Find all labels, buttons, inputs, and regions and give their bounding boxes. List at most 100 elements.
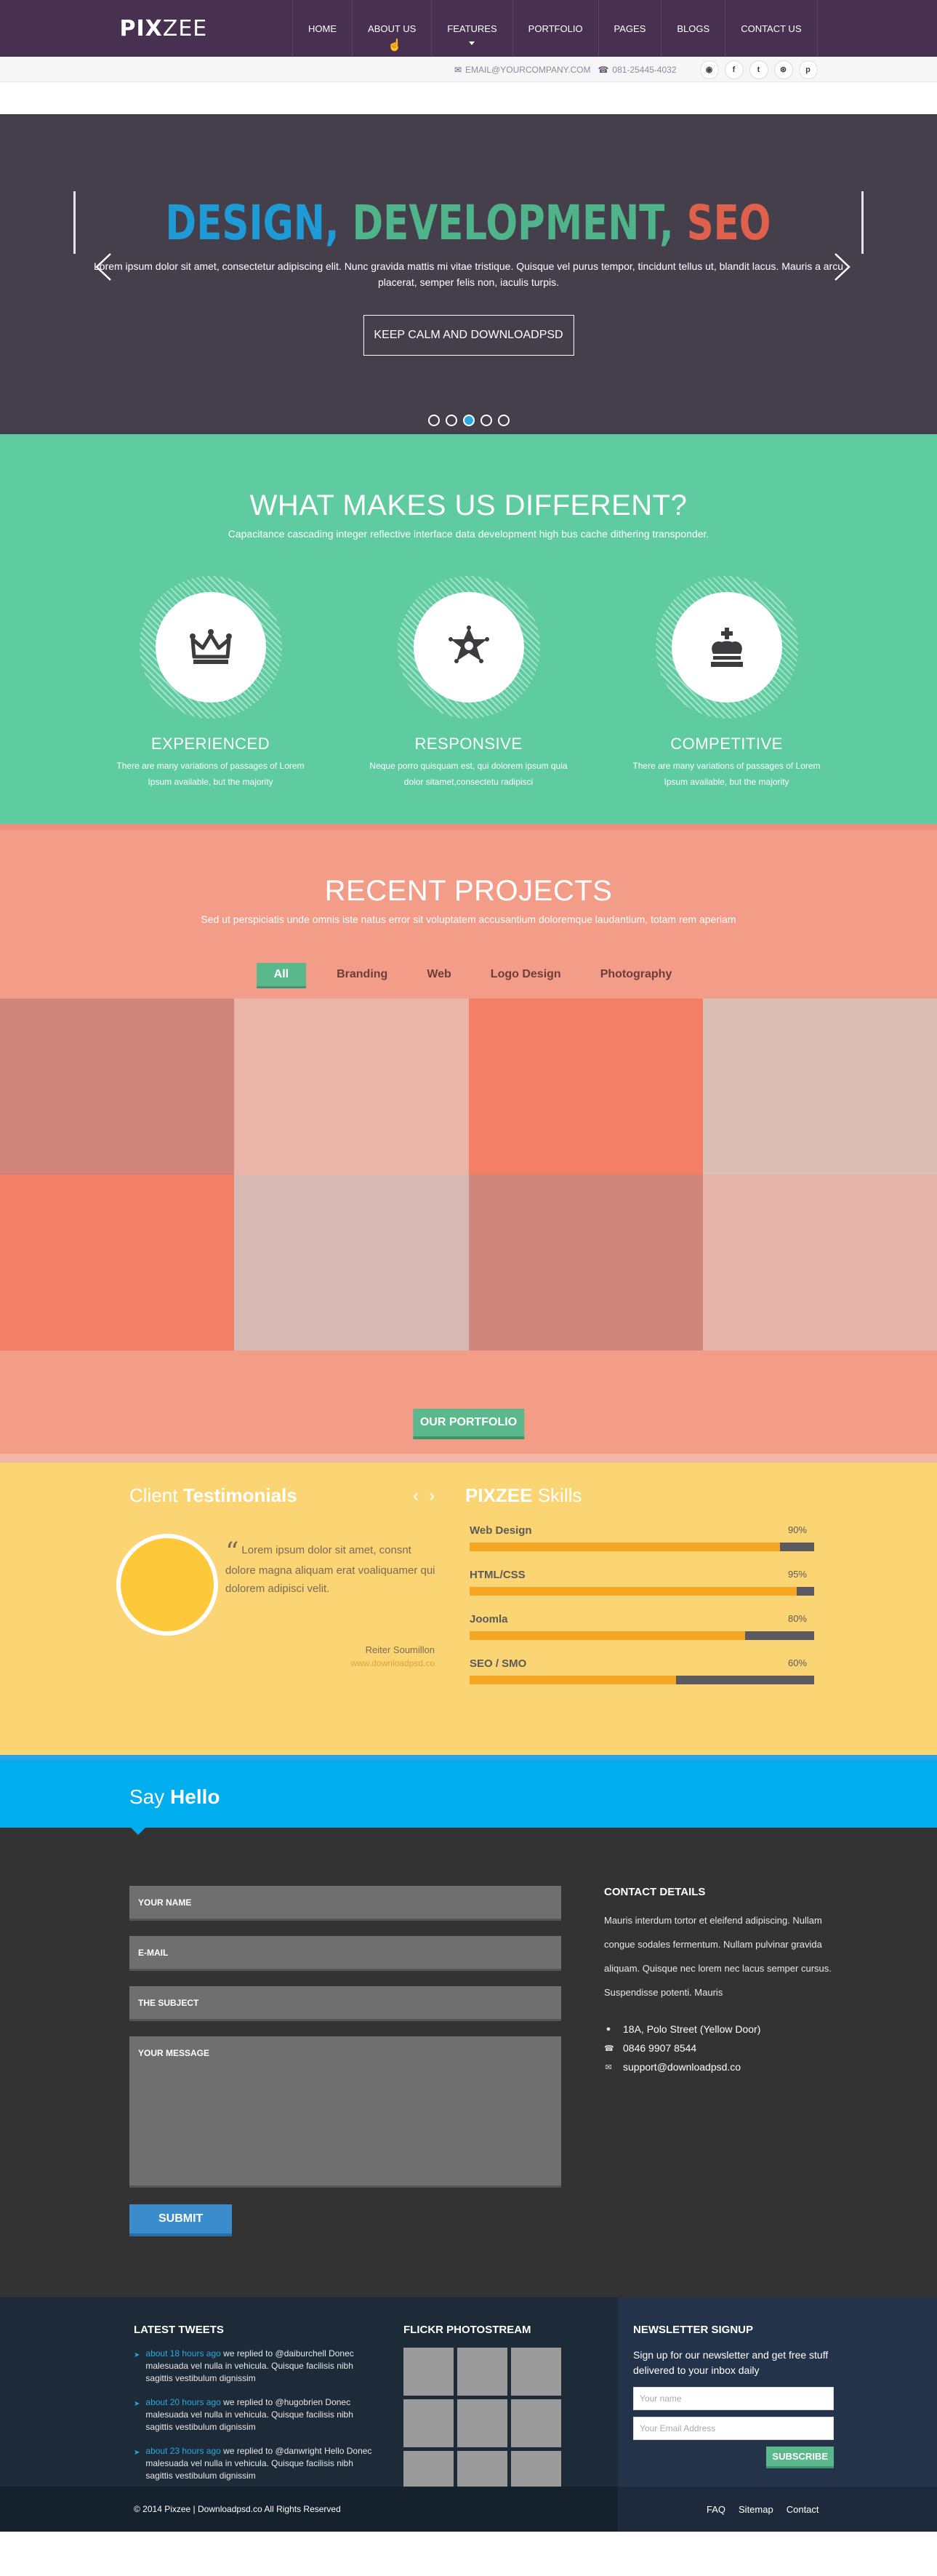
keep-calm-button[interactable]: KEEP CALM AND DOWNLOADPSD <box>363 315 574 356</box>
newsletter-name-input[interactable]: Your name <box>633 2387 834 2410</box>
flickr-thumb[interactable] <box>511 2399 561 2447</box>
contact-form: YOUR NAME E-MAIL THE SUBJECT YOUR MESSAG… <box>129 1886 561 2236</box>
tweet-time-link[interactable]: about 18 hours ago <box>145 2348 220 2359</box>
slider-dot-1[interactable] <box>427 415 440 426</box>
project-tile[interactable] <box>702 999 937 1175</box>
flickr-thumb[interactable] <box>511 2348 561 2396</box>
flickr-thumb[interactable] <box>457 2348 507 2396</box>
title-bar-left <box>73 191 76 254</box>
flickr-thumb[interactable] <box>403 2348 454 2396</box>
footer-link-sitemap[interactable]: Sitemap <box>739 2504 773 2515</box>
project-tile[interactable] <box>468 1175 703 1351</box>
message-field[interactable]: YOUR MESSAGE <box>129 2036 561 2188</box>
email-field[interactable]: E-MAIL <box>129 1936 561 1971</box>
different-bottom-strip <box>0 824 937 830</box>
skill-web-design: Web Design 90% <box>465 1524 814 1551</box>
nav-blogs[interactable]: BLOGS <box>661 0 725 57</box>
envelope-icon: ✉ <box>454 64 462 75</box>
hello-notch <box>131 1828 145 1835</box>
facebook-icon[interactable]: f <box>724 60 744 79</box>
submit-button[interactable]: SUBMIT <box>129 2204 233 2236</box>
tweet-time-link[interactable]: about 23 hours ago <box>145 2446 220 2456</box>
nav-features[interactable]: FEATURES <box>431 0 512 57</box>
footer-links: FAQ Sitemap Contact <box>707 2504 819 2515</box>
dribbble-icon[interactable]: ⊛ <box>773 60 793 79</box>
flickr-grid <box>403 2348 571 2499</box>
quote-icon: “ <box>225 1537 239 1567</box>
project-tile[interactable] <box>0 1175 235 1351</box>
feature-responsive: RESPONSIVE Neque porro quisquam est, qui… <box>360 576 578 790</box>
subscribe-button[interactable]: SUBSCRIBE <box>766 2447 834 2468</box>
slider-prev-arrow-icon[interactable] <box>94 252 112 281</box>
flickr-photostream: FLICKR PHOTOSTREAM <box>403 2324 571 2499</box>
our-portfolio-button[interactable]: OUR PORTFOLIO <box>412 1409 525 1439</box>
nav-contact-us[interactable]: CONTACT US <box>725 0 818 57</box>
bottom-bar: © 2014 Pixzee | Downloadpsd.co All Right… <box>0 2487 937 2532</box>
slider-dot-5[interactable] <box>497 415 510 426</box>
slider-dot-4[interactable] <box>480 415 492 426</box>
project-tile[interactable] <box>234 999 469 1175</box>
pinterest-icon[interactable]: p <box>798 60 818 79</box>
rss-icon[interactable]: ◉ <box>699 60 719 79</box>
footer-link-contact[interactable]: Contact <box>787 2504 819 2515</box>
map-pin-icon: ● <box>606 2025 611 2033</box>
author-site-link[interactable]: www.downloadpsd.co <box>351 1658 435 1668</box>
projects-section: RECENT PROJECTS Sed ut perspiciatis unde… <box>0 830 937 1463</box>
feature-title: EXPERIENCED <box>150 735 270 753</box>
contact-phone: ☎ 0846 9907 8544 <box>604 2042 697 2054</box>
phone-icon: ☎ <box>598 64 609 75</box>
skill-bar-track <box>470 1543 814 1551</box>
chess-king-icon <box>710 628 743 667</box>
skill-bar-fill <box>470 1631 746 1640</box>
subject-field[interactable]: THE SUBJECT <box>129 1986 561 2021</box>
filter-web[interactable]: Web <box>418 963 459 988</box>
skills-title: PIXZEE Skills <box>465 1484 582 1506</box>
projects-title: RECENT PROJECTS <box>324 875 613 907</box>
testimonials-bottom-strip <box>0 1755 937 1761</box>
hero-bottom-strip <box>0 434 937 440</box>
contact-section: YOUR NAME E-MAIL THE SUBJECT YOUR MESSAG… <box>0 1828 937 2297</box>
nav-home[interactable]: HOME <box>292 0 352 57</box>
different-title: WHAT MAKES US DIFFERENT? <box>249 489 688 521</box>
say-hello-banner: Say Hello <box>0 1761 937 1835</box>
filter-photography[interactable]: Photography <box>592 963 681 988</box>
nav-about-us[interactable]: ABOUT US ☝ <box>352 0 431 57</box>
filter-branding[interactable]: Branding <box>328 963 396 988</box>
skill-bar-fill <box>470 1676 677 1684</box>
logo-light: ZEE <box>162 15 208 41</box>
slider-dot-2[interactable] <box>445 415 457 426</box>
project-grid <box>0 999 937 1351</box>
footer-link-faq[interactable]: FAQ <box>707 2504 725 2515</box>
twitter-icon[interactable]: t <box>749 60 768 79</box>
skill-html-css: HTML/CSS 95% <box>465 1569 814 1596</box>
newsletter-title: NEWSLETTER SIGNUP <box>633 2324 754 2336</box>
chevron-left-icon[interactable]: ‹ <box>413 1486 419 1506</box>
chevron-right-icon[interactable]: › <box>429 1486 435 1506</box>
skill-bar-track <box>470 1676 814 1684</box>
filter-all[interactable]: All <box>256 963 307 988</box>
nav-portfolio[interactable]: PORTFOLIO <box>512 0 598 57</box>
slider-dot-3[interactable] <box>462 415 475 426</box>
project-tile[interactable] <box>702 1175 937 1351</box>
contact-address: ● 18A, Polo Street (Yellow Door) <box>604 2023 837 2035</box>
flickr-title: FLICKR PHOTOSTREAM <box>403 2324 531 2336</box>
contact-email[interactable]: ✉ support@downloadpsd.co <box>604 2061 837 2073</box>
slider-next-arrow-icon[interactable] <box>834 252 851 281</box>
testimonials: Client Testimonials ‹ › “Lorem ipsum dolo… <box>116 1484 435 1668</box>
project-tile[interactable] <box>468 999 703 1175</box>
flickr-thumb[interactable] <box>457 2399 507 2447</box>
filter-logo-design[interactable]: Logo Design <box>482 963 570 988</box>
project-tile[interactable] <box>234 1175 469 1351</box>
flickr-thumb[interactable] <box>403 2399 454 2447</box>
feature-title: COMPETITIVE <box>670 735 783 753</box>
testimonial-author: Reiter Soumillon www.downloadpsd.co <box>350 1644 435 1668</box>
nav-pages[interactable]: PAGES <box>598 0 661 57</box>
newsletter-email-input[interactable]: Your Email Address <box>633 2417 834 2440</box>
testimonials-title: Client Testimonials ‹ › <box>129 1484 435 1506</box>
header-email[interactable]: ✉ EMAIL@YOURCOMPANY.COM <box>454 65 591 75</box>
name-field[interactable]: YOUR NAME <box>129 1886 561 1921</box>
tweet-time-link[interactable]: about 20 hours ago <box>145 2397 220 2407</box>
title-bar-right <box>861 191 864 254</box>
logo[interactable]: PIXZEE <box>120 16 208 41</box>
project-tile[interactable] <box>0 999 235 1175</box>
